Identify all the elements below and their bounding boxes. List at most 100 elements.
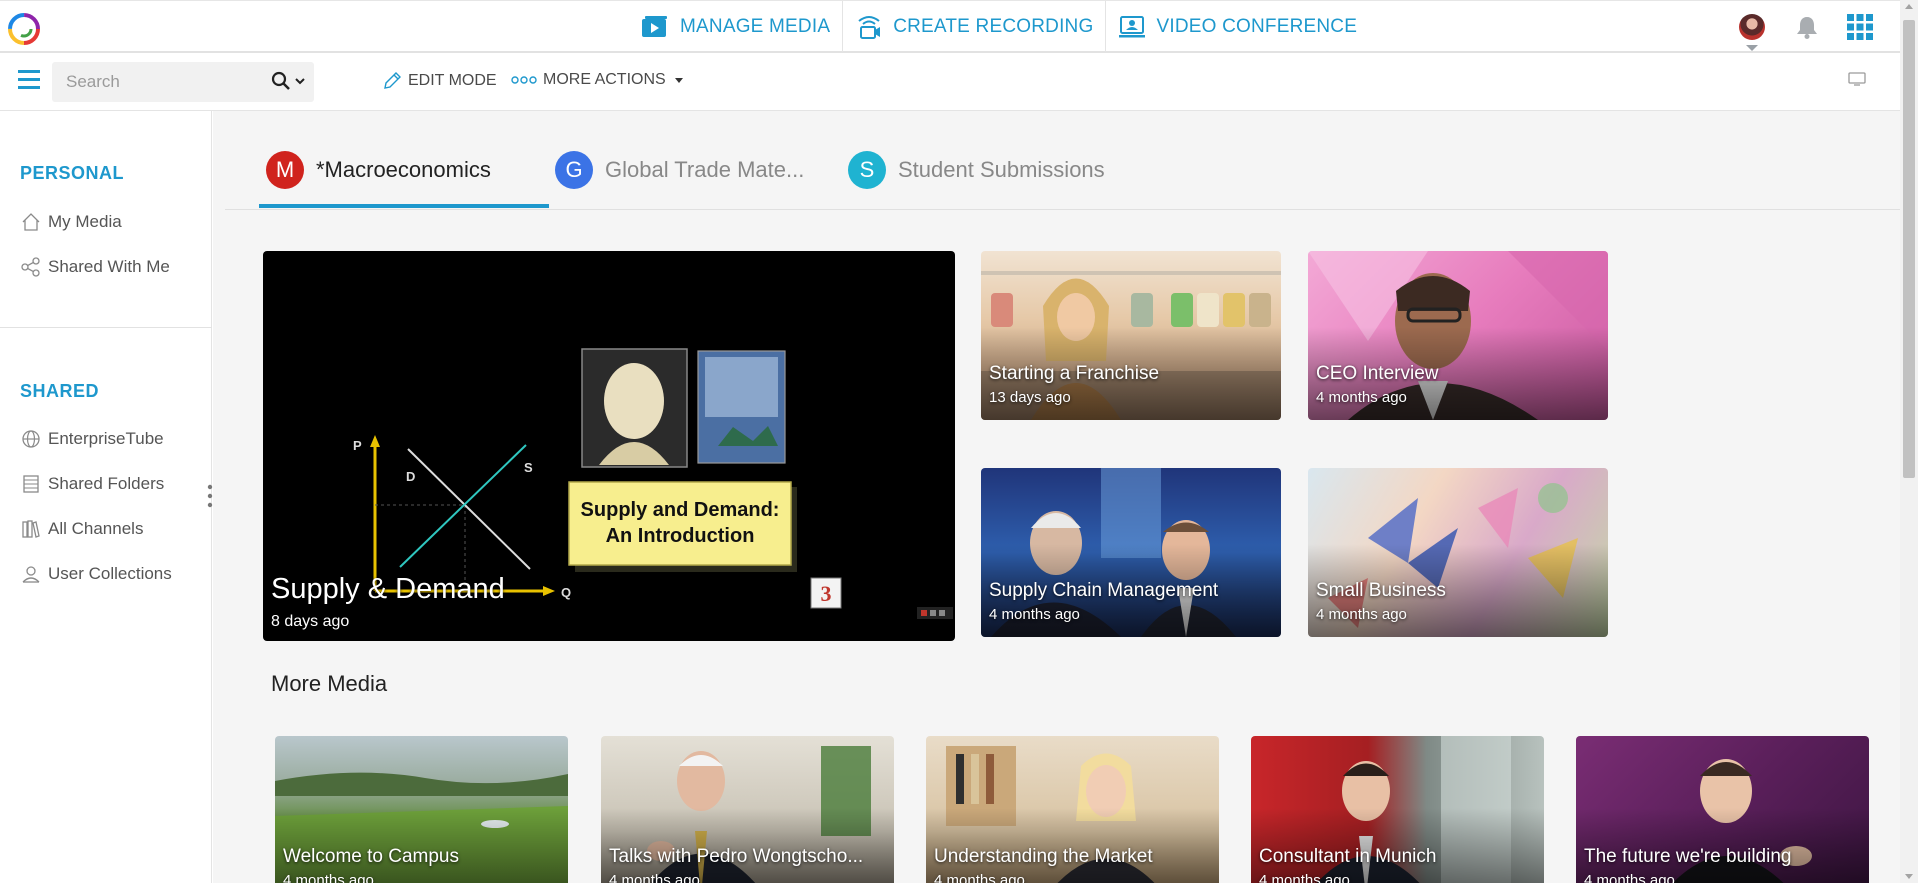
video-card-date: 4 months ago xyxy=(989,606,1080,623)
more-media-card-date: 4 months ago xyxy=(283,872,374,883)
shared-section-title: SHARED xyxy=(20,381,100,401)
search-chevron-down-icon[interactable] xyxy=(294,73,306,89)
scroll-down-arrow-icon[interactable] xyxy=(1905,874,1913,879)
featured-video-title: Supply & Demand xyxy=(271,573,505,605)
search-icon[interactable] xyxy=(271,71,291,91)
sidebar-item-my-media[interactable]: My Media xyxy=(20,209,122,235)
more-actions-button[interactable]: MORE ACTIONS xyxy=(511,71,686,89)
apps-grid-icon[interactable] xyxy=(1846,13,1874,41)
more-media-card-title: Welcome to Campus xyxy=(283,846,459,867)
bell-icon[interactable] xyxy=(1794,14,1820,40)
more-media-heading: More Media xyxy=(271,671,388,696)
tab-badge: S xyxy=(848,151,886,189)
more-media-card[interactable]: Welcome to Campus 4 months ago xyxy=(275,736,568,883)
axis-q-label: Q xyxy=(561,585,571,600)
search-input[interactable] xyxy=(66,72,266,92)
primary-nav: MANAGE MEDIA CREATE RECORDING VIDEO CONF… xyxy=(628,1,1369,52)
sidebar-item-shared-with-me[interactable]: Shared With Me xyxy=(20,254,170,280)
sidebar-item-shared-folders[interactable]: Shared Folders xyxy=(20,471,164,497)
secondary-toolbar: EDIT MODE MORE ACTIONS xyxy=(0,53,1900,111)
media-play-icon xyxy=(642,15,667,37)
tab-macroeconomics[interactable]: M *Macroeconomics xyxy=(266,151,491,209)
channel-tabs: M *Macroeconomics G Global Trade Mate...… xyxy=(225,111,1900,210)
user-controls xyxy=(1739,9,1900,51)
video-conference-icon xyxy=(1119,15,1146,37)
more-media-card[interactable]: The future we're building 4 months ago xyxy=(1576,736,1869,883)
slide-page-number: 3 xyxy=(821,581,832,606)
monitor-icon[interactable] xyxy=(1848,71,1866,87)
sidebar-item-label: All Channels xyxy=(48,519,144,538)
manage-media-link[interactable]: MANAGE MEDIA xyxy=(628,1,844,52)
video-card-title: CEO Interview xyxy=(1316,363,1439,384)
vertical-scrollbar[interactable] xyxy=(1900,0,1918,883)
more-media-card-date: 4 months ago xyxy=(1259,872,1350,883)
personal-section-title: PERSONAL xyxy=(20,163,125,183)
sidebar-divider xyxy=(0,327,212,328)
more-media-card[interactable]: Understanding the Market 4 months ago xyxy=(926,736,1219,883)
top-navigation-bar: MANAGE MEDIA CREATE RECORDING VIDEO CONF… xyxy=(0,0,1900,53)
sidebar-item-all-channels[interactable]: All Channels xyxy=(20,516,143,542)
sidebar-item-label: EnterpriseTube xyxy=(48,429,164,448)
more-media-card-title: Consultant in Munich xyxy=(1259,846,1437,867)
edit-mode-label: EDIT MODE xyxy=(408,72,497,89)
video-conference-link[interactable]: VIDEO CONFERENCE xyxy=(1106,1,1369,52)
create-recording-link[interactable]: CREATE RECORDING xyxy=(843,1,1107,52)
books-icon xyxy=(22,520,40,538)
more-media-card-date: 4 months ago xyxy=(1584,872,1675,883)
avatar-chevron-down-icon xyxy=(1746,45,1758,51)
more-media-card-title: Talks with Pedro Wongtscho... xyxy=(609,846,864,867)
scroll-up-arrow-icon[interactable] xyxy=(1905,4,1913,9)
globe-icon xyxy=(22,430,40,448)
main-content: M *Macroeconomics G Global Trade Mate...… xyxy=(213,111,1900,883)
video-card-title: Starting a Franchise xyxy=(989,363,1160,384)
video-card-title: Small Business xyxy=(1316,580,1446,601)
more-media-card[interactable]: Consultant in Munich 4 months ago xyxy=(1251,736,1544,883)
video-card[interactable]: CEO Interview 4 months ago xyxy=(1308,251,1608,420)
featured-video-card[interactable]: Supply and Demand: An Introduction P D S… xyxy=(263,251,955,641)
more-dots-icon xyxy=(511,76,537,84)
search-box xyxy=(52,62,314,102)
video-card-title: Supply Chain Management xyxy=(989,580,1219,601)
user-avatar[interactable] xyxy=(1739,14,1765,51)
more-media-card-title: The future we're building xyxy=(1584,846,1792,867)
slide-heading-line2: An Introduction xyxy=(606,525,755,547)
edit-mode-button[interactable]: EDIT MODE xyxy=(382,71,497,91)
home-icon xyxy=(22,213,40,231)
video-card-date: 4 months ago xyxy=(1316,389,1407,406)
scrollbar-thumb[interactable] xyxy=(1903,20,1915,478)
caret-down-icon xyxy=(674,78,683,83)
video-card-date: 13 days ago xyxy=(989,389,1071,406)
sidebar-item-enterprisetube[interactable]: EnterpriseTube xyxy=(20,426,164,452)
tab-label: *Macroeconomics xyxy=(316,157,491,182)
tab-badge: G xyxy=(555,151,593,189)
more-media-card-date: 4 months ago xyxy=(934,872,1025,883)
sidebar-item-user-collections[interactable]: User Collections xyxy=(20,561,172,587)
manage-media-label: MANAGE MEDIA xyxy=(680,15,831,37)
video-card[interactable]: Starting a Franchise 13 days ago xyxy=(981,251,1281,420)
more-media-card[interactable]: Talks with Pedro Wongtscho... 4 months a… xyxy=(601,736,894,883)
building-icon xyxy=(23,475,39,493)
slide-heading-line1: Supply and Demand: xyxy=(581,499,780,521)
tab-label: Global Trade Mate... xyxy=(605,157,805,182)
more-actions-label: MORE ACTIONS xyxy=(543,71,666,88)
curve-d-label: D xyxy=(406,469,415,484)
hamburger-menu-icon[interactable] xyxy=(18,70,40,89)
featured-video-date: 8 days ago xyxy=(271,613,350,630)
axis-p-label: P xyxy=(353,438,362,453)
share-icon xyxy=(21,257,40,277)
curve-s-label: S xyxy=(524,460,533,475)
more-media-card-date: 4 months ago xyxy=(609,872,700,883)
active-tab-indicator xyxy=(259,204,549,208)
tab-global-trade[interactable]: G Global Trade Mate... xyxy=(555,151,804,209)
video-card-date: 4 months ago xyxy=(1316,606,1407,623)
video-card[interactable]: Small Business 4 months ago xyxy=(1308,468,1608,637)
video-card[interactable]: Supply Chain Management 4 months ago xyxy=(981,468,1281,637)
more-media-card-title: Understanding the Market xyxy=(934,846,1153,867)
video-conference-label: VIDEO CONFERENCE xyxy=(1156,15,1358,37)
sidebar-item-label: Shared With Me xyxy=(48,257,170,276)
tab-student-submissions[interactable]: S Student Submissions xyxy=(848,151,1105,209)
sidebar-item-label: My Media xyxy=(48,212,122,231)
sidebar-item-label: Shared Folders xyxy=(48,474,165,493)
app-logo-icon[interactable] xyxy=(7,12,41,46)
user-collection-icon xyxy=(22,566,40,583)
